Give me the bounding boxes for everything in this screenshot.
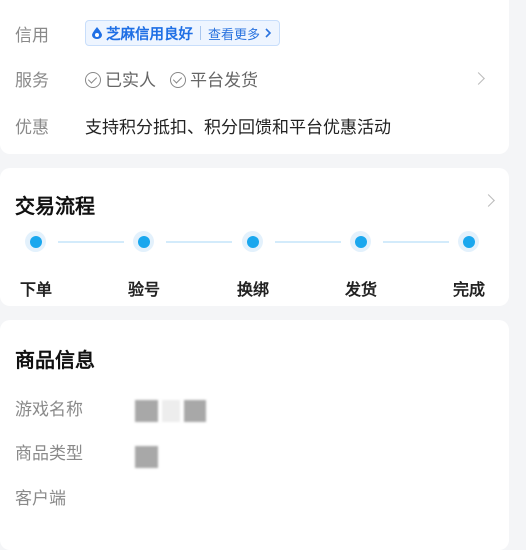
product-type-label: 商品类型 xyxy=(15,443,83,464)
drop-icon xyxy=(92,27,102,39)
badge-divider xyxy=(200,26,201,40)
credit-row: 信用 芝麻信用良好 查看更多 xyxy=(15,20,499,46)
step-dot xyxy=(350,231,371,252)
credit-label: 信用 xyxy=(15,25,49,46)
chevron-right-icon xyxy=(472,72,485,85)
view-more-link[interactable]: 查看更多 xyxy=(208,24,260,43)
step-dot xyxy=(133,231,154,252)
step-dot xyxy=(25,231,46,252)
service-label: 服务 xyxy=(15,70,49,91)
redacted-value xyxy=(184,400,206,422)
sesame-credit-badge[interactable]: 芝麻信用良好 查看更多 xyxy=(85,20,281,46)
service-item-platform-delivery: 平台发货 xyxy=(170,66,258,91)
redacted-value xyxy=(135,446,158,468)
chevron-right-icon xyxy=(265,28,272,38)
discount-text: 支持积分抵扣、积分回馈和平台优惠活动 xyxy=(85,117,391,138)
check-circle-icon xyxy=(85,71,101,88)
step-label-order: 下单 xyxy=(19,280,52,299)
seller-info-card: 信用 芝麻信用良好 查看更多 服务 已实人 平台发货 优惠 支持积分抵扣、积分回… xyxy=(0,0,509,154)
credit-badge-text: 芝麻信用良好 xyxy=(106,26,193,43)
game-name-row: 游戏名称 xyxy=(15,394,499,420)
game-name-label: 游戏名称 xyxy=(15,399,83,420)
process-title: 交易流程 xyxy=(15,194,95,218)
step-dot xyxy=(458,231,479,252)
client-label: 客户端 xyxy=(15,488,66,509)
service-row[interactable]: 服务 已实人 平台发货 xyxy=(15,65,499,91)
client-row: 客户端 xyxy=(15,483,499,509)
discount-row: 优惠 支持积分抵扣、积分回馈和平台优惠活动 xyxy=(15,112,499,138)
step-label-complete: 完成 xyxy=(452,280,485,299)
step-label-ship: 发货 xyxy=(344,280,377,299)
check-circle-icon xyxy=(170,71,186,88)
step-connector xyxy=(166,241,232,243)
redacted-value xyxy=(135,400,158,422)
discount-label: 优惠 xyxy=(15,117,49,138)
redacted-value xyxy=(162,400,180,422)
step-label-verify: 验号 xyxy=(127,280,160,299)
product-title: 商品信息 xyxy=(15,348,95,372)
service-item-verified: 已实人 xyxy=(85,66,156,91)
step-connector xyxy=(58,241,124,243)
step-connector xyxy=(275,241,341,243)
step-label-rebind: 换绑 xyxy=(236,280,269,299)
chevron-right-icon xyxy=(482,194,495,207)
product-info-card: 商品信息 游戏名称 商品类型 客户端 xyxy=(0,320,509,550)
product-type-row: 商品类型 xyxy=(15,438,499,464)
trade-process-card[interactable]: 交易流程 下单 验号 换绑 发货 完成 xyxy=(0,168,509,306)
step-connector xyxy=(383,241,449,243)
step-dot xyxy=(242,231,263,252)
